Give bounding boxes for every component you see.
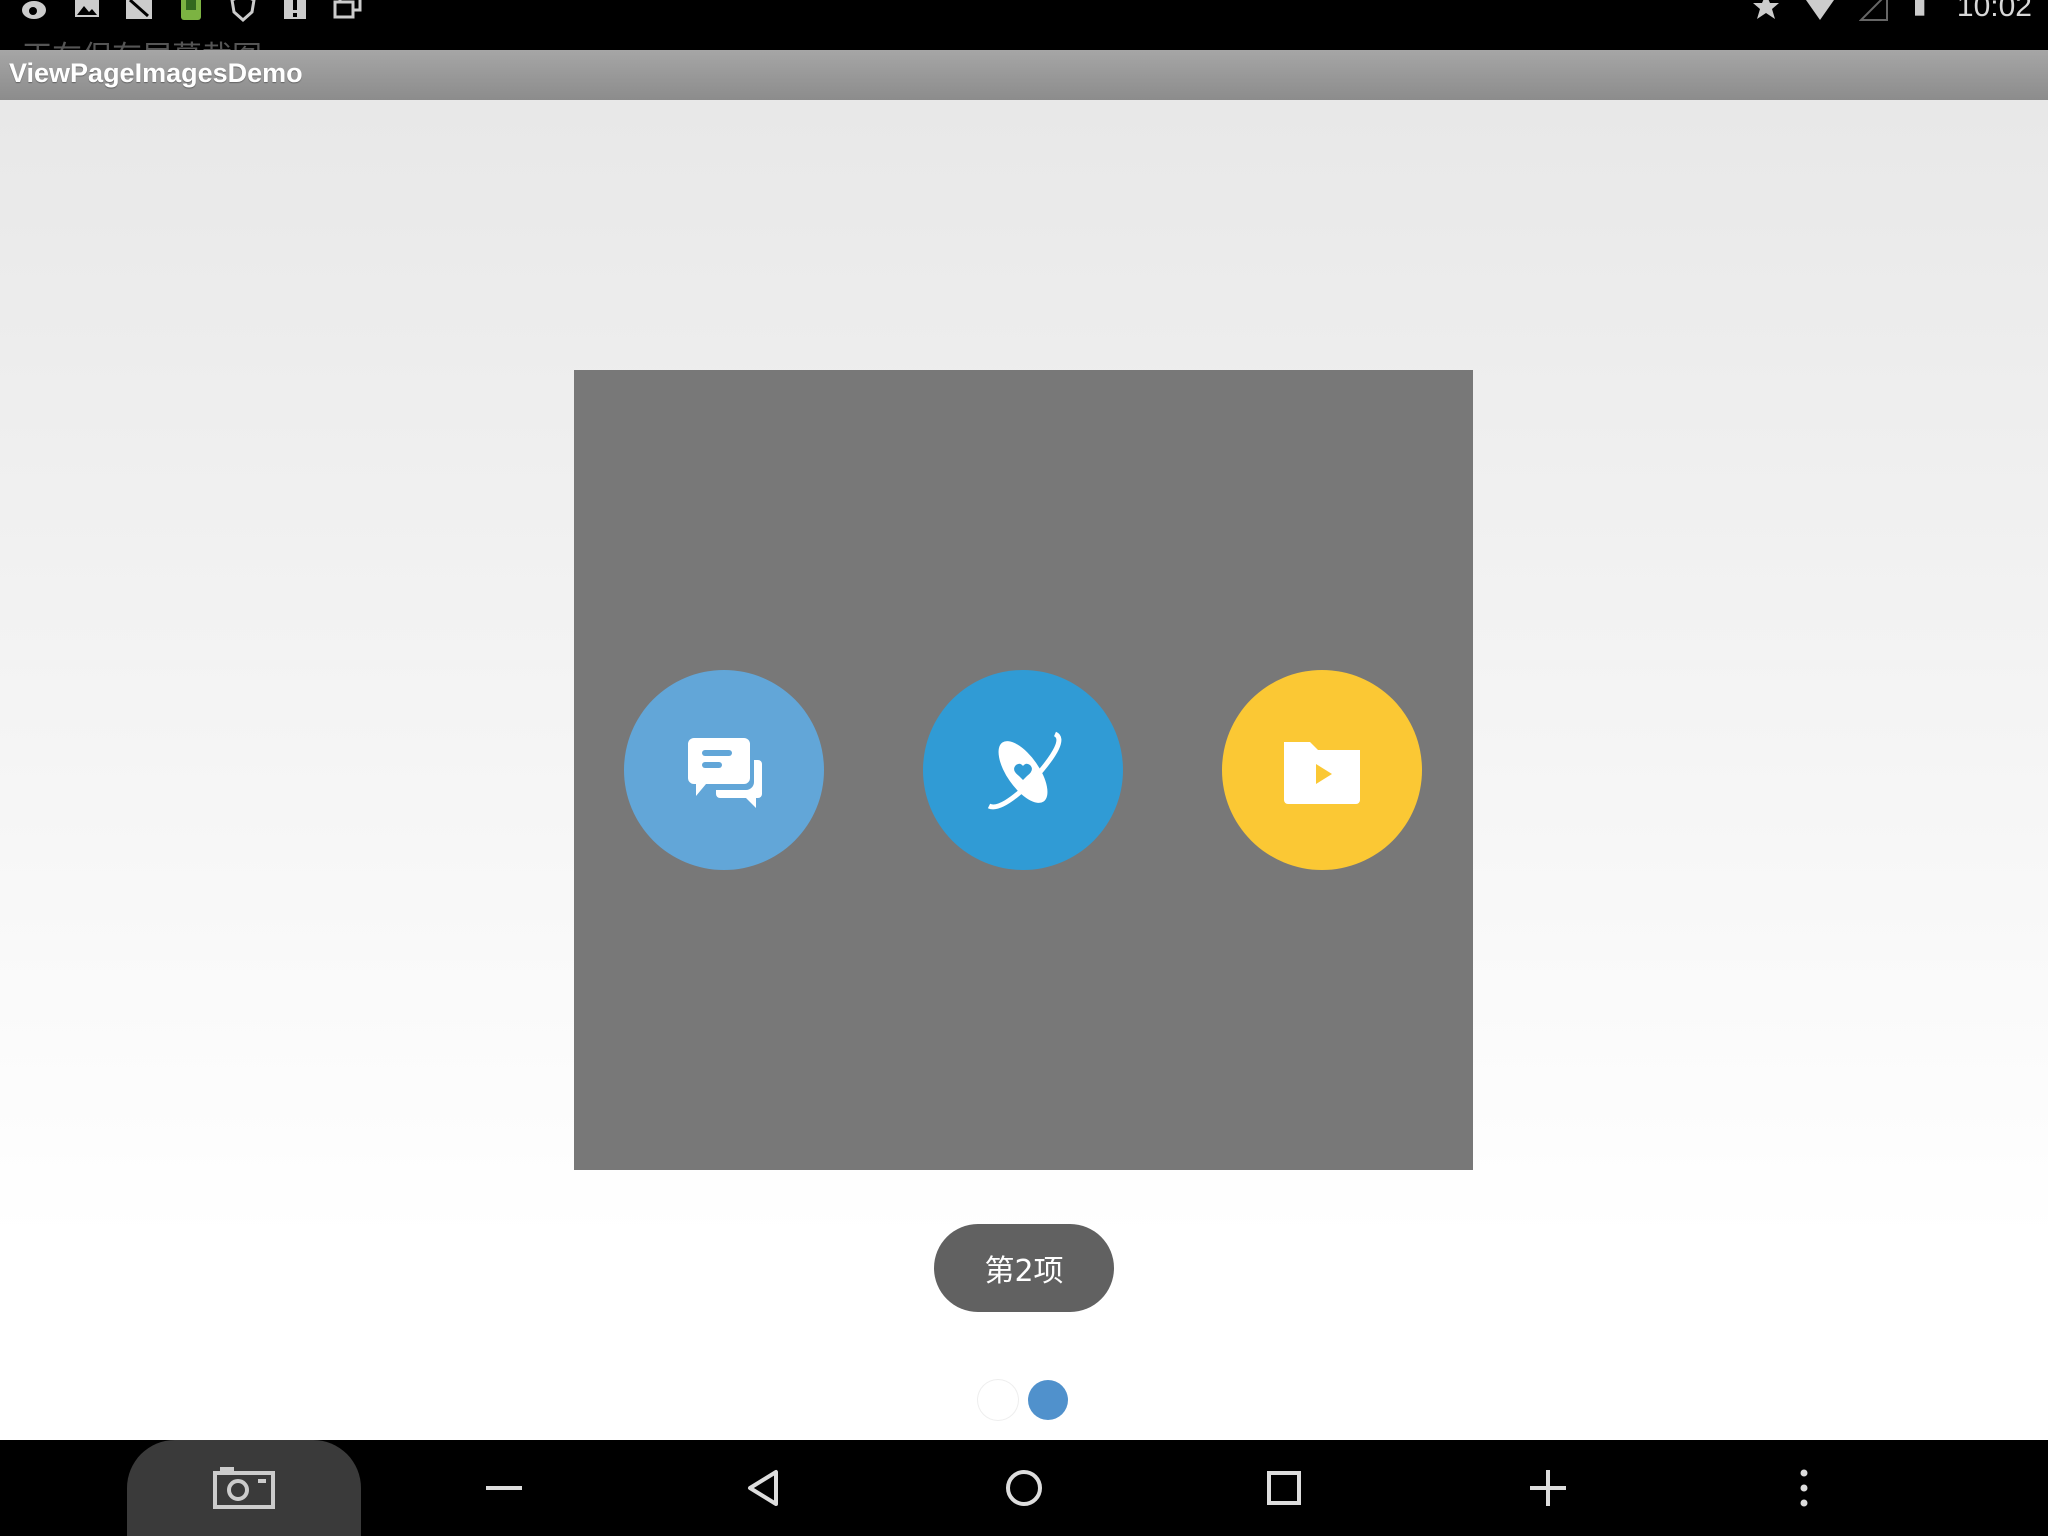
video-folder-icon [1284,742,1360,804]
planet-heart-icon [987,731,1062,810]
volume-down-button[interactable] [464,1440,544,1536]
clock: 10:02 [1956,0,2032,23]
recents-icon [1267,1471,1301,1505]
pager-item-video[interactable] [1222,670,1422,870]
navigation-bar [0,1440,2048,1536]
action-bar: ViewPageImagesDemo [0,50,2048,101]
chat-bubbles-icon [688,738,762,808]
page-indicator [978,1380,1068,1420]
pager-item-chat[interactable] [624,670,824,870]
recents-button[interactable] [1244,1440,1324,1536]
notification-ticker: 正在保存屏幕截图 [22,32,262,50]
shield-heart-icon [230,0,256,22]
back-button[interactable] [724,1440,804,1536]
wifi-icon [1805,0,1834,20]
screenshot-button[interactable] [127,1440,361,1536]
weibo-icon [22,1,46,19]
status-bar: 正在保存屏幕截图 10:02 [0,0,2048,50]
volume-down-icon [486,1486,522,1490]
battery-icon [1914,0,1925,16]
toast-message: 第2项 [934,1224,1114,1312]
alert-icon [284,0,306,19]
star-icon [1752,0,1779,19]
view-pager[interactable] [574,370,1473,1170]
main-content: 第2项 [0,100,2048,1440]
notification-icons [20,0,362,22]
home-button[interactable] [984,1440,1064,1536]
image-icon [75,0,99,17]
page-dot-2-active[interactable] [1028,1380,1068,1420]
menu-button[interactable] [1764,1440,1844,1536]
screens-icon [333,0,362,19]
volume-up-button[interactable] [1508,1440,1588,1536]
back-icon [748,1470,778,1506]
cellular-icon [1858,0,1888,21]
android-icon [181,0,201,20]
app-title: ViewPageImagesDemo [9,58,303,88]
home-icon [1006,1470,1042,1506]
page-dot-1[interactable] [978,1380,1018,1420]
screenshot-icon [213,1467,275,1509]
system-icons: 10:02 [1751,0,2032,22]
pager-item-planet[interactable] [923,670,1123,870]
volume-up-icon [1530,1470,1566,1506]
no-signal-app-icon [126,0,152,19]
menu-icon [1800,1469,1808,1507]
